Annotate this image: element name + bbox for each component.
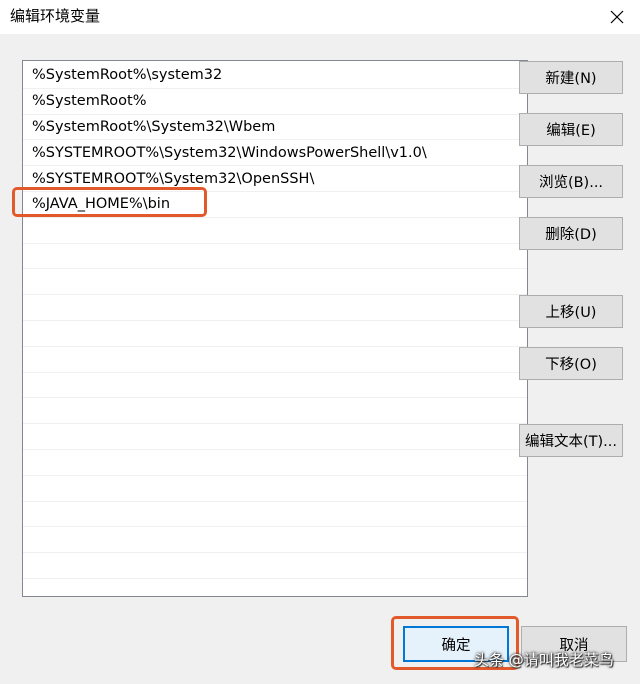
empty-row[interactable] xyxy=(23,527,527,554)
title-bar: 编辑环境变量 xyxy=(0,0,640,34)
list-item[interactable]: %SYSTEMROOT%\System32\OpenSSH\ xyxy=(23,166,527,192)
empty-row[interactable] xyxy=(23,321,527,347)
path-list-rows: %SystemRoot%\system32 %SystemRoot% %Syst… xyxy=(23,63,527,596)
empty-row[interactable] xyxy=(23,450,527,476)
edit-button[interactable]: 编辑(E) xyxy=(519,113,623,146)
empty-row[interactable] xyxy=(23,502,527,528)
list-item[interactable]: %SYSTEMROOT%\System32\WindowsPowerShell\… xyxy=(23,140,527,167)
move-down-button[interactable]: 下移(O) xyxy=(519,347,623,380)
list-item-text: %SYSTEMROOT%\System32\WindowsPowerShell\… xyxy=(32,144,427,161)
close-button[interactable] xyxy=(594,0,640,34)
list-item[interactable]: %SystemRoot%\System32\Wbem xyxy=(23,115,527,141)
empty-row[interactable] xyxy=(23,373,527,399)
path-list[interactable]: %SystemRoot%\system32 %SystemRoot% %Syst… xyxy=(22,60,528,597)
window-title: 编辑环境变量 xyxy=(10,7,101,25)
move-up-button[interactable]: 上移(U) xyxy=(519,295,623,328)
watermark: 头条 @请叫我老菜鸟 xyxy=(474,651,614,669)
list-item-text: %SystemRoot% xyxy=(32,93,147,110)
edit-text-button[interactable]: 编辑文本(T)... xyxy=(519,424,623,457)
empty-row[interactable] xyxy=(23,244,527,270)
empty-row[interactable] xyxy=(23,553,527,579)
list-item[interactable]: %SystemRoot%\system32 xyxy=(23,63,527,89)
empty-row[interactable] xyxy=(23,269,527,296)
empty-row[interactable] xyxy=(23,579,527,596)
empty-row[interactable] xyxy=(23,398,527,425)
list-item-text: %SYSTEMROOT%\System32\OpenSSH\ xyxy=(32,170,315,187)
list-item[interactable]: %JAVA_HOME%\bin xyxy=(23,192,527,218)
empty-row[interactable] xyxy=(23,476,527,502)
list-item[interactable]: %SystemRoot% xyxy=(23,89,527,115)
new-button[interactable]: 新建(N) xyxy=(519,61,623,94)
empty-row[interactable] xyxy=(23,295,527,321)
browse-button[interactable]: 浏览(B)... xyxy=(519,165,623,198)
list-item-text: %SystemRoot%\system32 xyxy=(32,67,223,84)
close-icon xyxy=(610,10,624,24)
empty-row[interactable] xyxy=(23,347,527,373)
empty-row[interactable] xyxy=(23,424,527,450)
list-item-text: %SystemRoot%\System32\Wbem xyxy=(32,118,276,135)
delete-button[interactable]: 删除(D) xyxy=(519,217,623,250)
list-item-text: %JAVA_HOME%\bin xyxy=(32,196,171,213)
empty-row[interactable] xyxy=(23,218,527,244)
